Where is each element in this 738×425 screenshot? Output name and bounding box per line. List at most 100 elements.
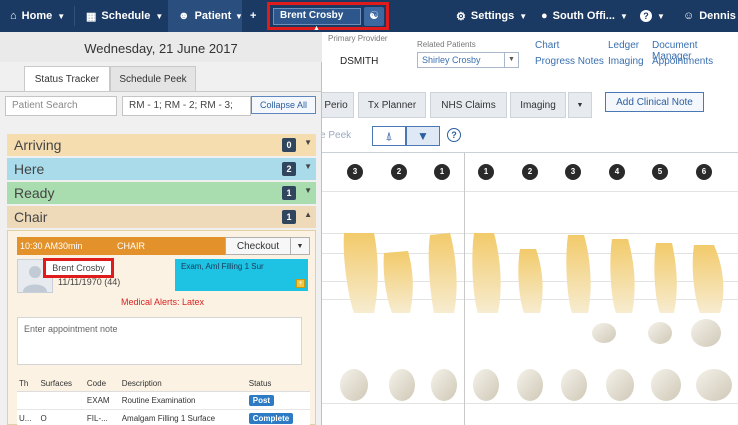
tooth[interactable]	[566, 235, 591, 313]
tooth-view-button[interactable]: ⍋	[372, 126, 406, 146]
cell-surfaces	[38, 391, 85, 410]
link-appointments[interactable]: Appointments	[652, 56, 713, 67]
chart-toolbar: e Peek ⍋ ▼ ?	[320, 124, 738, 150]
tooth[interactable]	[517, 369, 543, 401]
panel-filter-row: Patient Search RM - 1; RM - 2; RM - 3; C…	[0, 96, 322, 122]
nav-schedule-label: Schedule	[101, 10, 151, 22]
column-header: Surfaces	[38, 376, 85, 392]
procedure-summary[interactable]: Exam, Aml Filling 1 Sur +	[175, 259, 308, 291]
nav-user[interactable]: ☺ Dennis	[683, 0, 736, 32]
tooth[interactable]	[561, 369, 587, 401]
chevron-down-icon: ▼	[504, 53, 518, 67]
status-badge[interactable]: Post	[248, 395, 275, 406]
tab-schedule-peek[interactable]: Schedule Peek	[110, 66, 196, 92]
chevron-up-icon: ▲	[304, 210, 312, 219]
tab-more-dropdown[interactable]: ▼	[568, 92, 592, 118]
nav-office[interactable]: ● South Offi... ▼	[541, 0, 628, 32]
tooth[interactable]	[518, 249, 543, 313]
current-patient-field[interactable]: Brent Crosby	[273, 8, 361, 25]
patient-search-input[interactable]: Patient Search	[5, 96, 117, 116]
room-filter-input[interactable]: RM - 1; RM - 2; RM - 3;	[122, 96, 251, 116]
tab-nhs-claims[interactable]: NHS Claims	[430, 92, 507, 118]
nav-patient-label: Patient	[194, 10, 232, 22]
add-clinical-note-button[interactable]: Add Clinical Note	[605, 92, 704, 112]
tooth[interactable]	[389, 369, 415, 401]
cell-status: Complete	[246, 409, 310, 425]
tooth[interactable]	[428, 233, 457, 313]
tooth[interactable]	[610, 239, 635, 313]
checkout-button[interactable]: Checkout	[225, 237, 291, 255]
schedule-peek-button[interactable]: e Peek	[320, 130, 351, 141]
column-header: Th	[17, 376, 39, 392]
checkout-dropdown[interactable]: ▼	[291, 237, 310, 255]
table-row[interactable]: U... O FIL-... Amalgam Filling 1 Surface…	[17, 409, 310, 425]
link-ledger[interactable]: Ledger	[608, 40, 639, 51]
tooth[interactable]	[592, 323, 616, 343]
tooth[interactable]	[472, 233, 501, 313]
nav-help[interactable]: ? ▼	[640, 0, 665, 32]
link-progress-notes[interactable]: Progress Notes	[535, 56, 604, 67]
patient-lookup-button[interactable]: ☯	[364, 7, 384, 26]
tooth[interactable]	[648, 322, 672, 344]
related-patients-value: Shirley Crosby	[422, 55, 481, 65]
chevron-down-icon: ▼	[304, 186, 312, 195]
tooth[interactable]	[654, 243, 677, 313]
column-header: Code	[84, 376, 120, 392]
tooth[interactable]	[343, 233, 378, 313]
occlusal-row	[592, 319, 721, 347]
cell-description: Routine Examination	[119, 391, 247, 410]
tooth[interactable]	[473, 369, 499, 401]
panel-tab-divider	[0, 91, 322, 92]
tooth[interactable]	[383, 251, 413, 313]
status-count: 1	[282, 186, 296, 200]
nav-settings[interactable]: ⚙ Settings ▼	[456, 0, 527, 32]
nav-schedule[interactable]: ▦ Schedule ▼	[86, 0, 163, 32]
primary-provider-label: Primary Provider	[328, 34, 388, 43]
status-chair[interactable]: Chair 1 ▲	[7, 206, 316, 228]
help-icon[interactable]: ?	[447, 128, 461, 142]
tooth[interactable]	[692, 245, 724, 313]
tooth[interactable]	[696, 369, 732, 401]
patient-name-highlight[interactable]: Brent Crosby	[43, 258, 114, 278]
chevron-down-icon: ▼	[296, 243, 304, 250]
add-procedure-icon[interactable]: +	[296, 279, 305, 288]
add-patient-button[interactable]: +	[250, 0, 256, 32]
chevron-down-icon: ▼	[304, 162, 312, 171]
top-nav: ⌂ Home ▼ ▦ Schedule ▼ ☻ Patient ▼ + Bren…	[0, 0, 738, 32]
link-imaging[interactable]: Imaging	[608, 56, 644, 67]
chevron-down-icon: ▼	[576, 101, 584, 109]
medical-alerts: Medical Alerts: Latex	[120, 297, 205, 307]
collapse-panel-icon[interactable]: ▲	[313, 25, 320, 32]
tab-imaging[interactable]: Imaging	[510, 92, 566, 118]
nav-home-label: Home	[21, 10, 53, 22]
link-chart[interactable]: Chart	[535, 40, 559, 51]
status-arriving[interactable]: Arriving 0 ▼	[7, 134, 316, 156]
tooth[interactable]	[431, 369, 457, 401]
status-ready[interactable]: Ready 1 ▼	[7, 182, 316, 204]
nav-home[interactable]: ⌂ Home ▼	[10, 0, 65, 32]
table-row[interactable]: EXAM Routine Examination Post	[17, 391, 310, 410]
tooth[interactable]	[606, 369, 634, 401]
chevron-down-icon: ▼	[619, 11, 628, 21]
tooth[interactable]	[651, 369, 681, 401]
odontogram: 3 2 1 1 2 3 4 5 6	[322, 152, 738, 425]
appointment-note-input[interactable]: Enter appointment note	[17, 317, 302, 365]
related-patients-select[interactable]: Shirley Crosby ▼	[417, 52, 519, 68]
tab-label: Status Tracker	[34, 74, 100, 85]
root-view-button[interactable]: ▼	[406, 126, 440, 146]
current-patient-highlight: Brent Crosby ☯	[267, 2, 389, 30]
tooth[interactable]	[340, 369, 368, 401]
collapse-all-button[interactable]: Collapse All	[251, 96, 316, 114]
tab-status-tracker[interactable]: Status Tracker	[24, 66, 110, 92]
status-here[interactable]: Here 2 ▼	[7, 158, 316, 180]
status-label: Chair	[14, 209, 48, 225]
status-badge[interactable]: Complete	[248, 413, 294, 424]
tab-tx-planner[interactable]: Tx Planner	[358, 92, 426, 118]
nav-patient[interactable]: ☻ Patient	[178, 0, 231, 32]
nav-patient-dropdown[interactable]: ▼	[230, 0, 243, 32]
tab-perio[interactable]: Perio	[318, 92, 354, 118]
tooth[interactable]	[691, 319, 721, 347]
teeth-illustration	[340, 233, 732, 401]
cell-description: Amalgam Filling 1 Surface	[119, 409, 247, 425]
patient-main-area: Primary Provider DSMITH Related Patients…	[318, 32, 738, 425]
